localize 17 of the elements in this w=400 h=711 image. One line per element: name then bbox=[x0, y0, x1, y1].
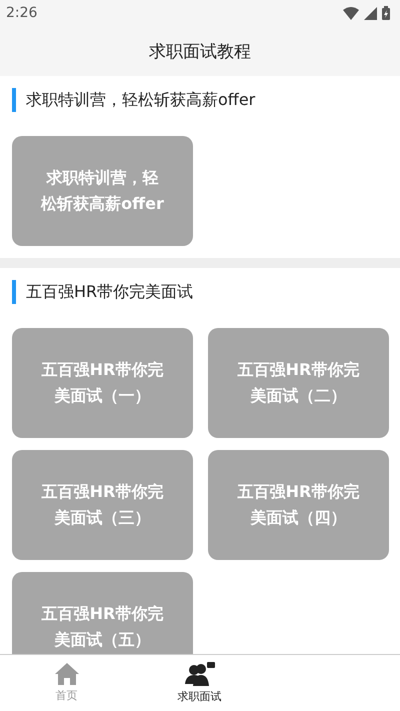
course-card[interactable]: 五百强HR带你完美面试（二） bbox=[208, 328, 389, 438]
section-heading: 五百强HR带你完美面试 bbox=[26, 282, 194, 302]
home-icon bbox=[54, 663, 78, 685]
status-time: 2:26 bbox=[6, 5, 38, 21]
nav-tab[interactable]: 首页 bbox=[0, 655, 133, 711]
course-card[interactable]: 五百强HR带你完美面试（五） bbox=[12, 572, 193, 654]
battery-icon bbox=[382, 6, 390, 20]
course-card[interactable]: 五百强HR带你完美面试（三） bbox=[12, 450, 193, 560]
section-heading: 求职特训营，轻松斩获高薪offer bbox=[26, 90, 256, 110]
course-card[interactable]: 五百强HR带你完美面试（四） bbox=[208, 450, 389, 560]
page-title: 求职面试教程 bbox=[149, 40, 251, 62]
nav-tab[interactable]: 求职面试 bbox=[133, 655, 266, 711]
course-card[interactable]: 求职特训营，轻松斩获高薪offer bbox=[12, 136, 193, 246]
course-card[interactable]: 五百强HR带你完美面试（一） bbox=[12, 328, 193, 438]
wifi-icon bbox=[343, 6, 359, 20]
people-icon bbox=[184, 662, 214, 686]
signal-icon bbox=[364, 6, 377, 20]
